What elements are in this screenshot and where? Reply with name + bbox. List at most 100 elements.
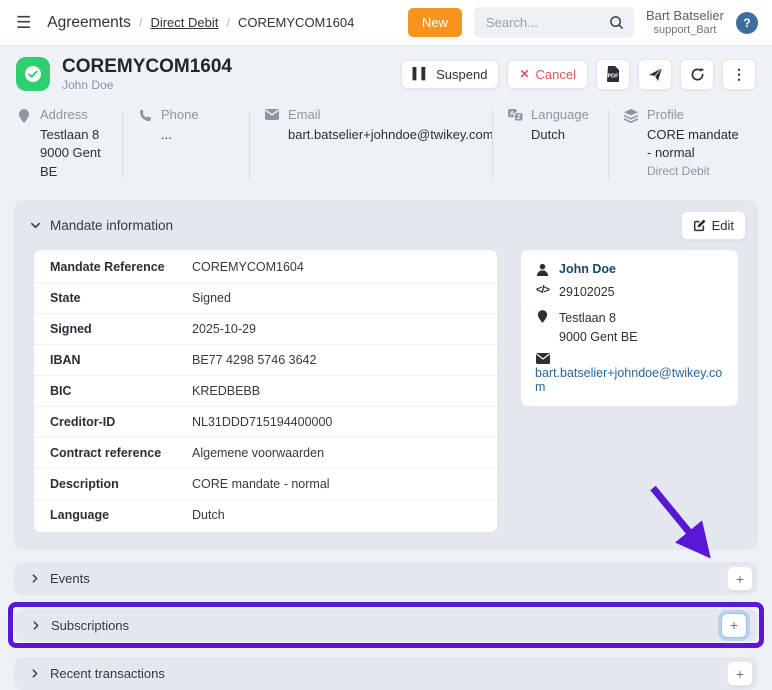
more-actions-button[interactable]: ⋮ xyxy=(722,59,756,90)
breadcrumb-agreements[interactable]: Agreements xyxy=(47,14,131,32)
edit-label: Edit xyxy=(712,218,734,233)
language-block: AZ Language Dutch xyxy=(507,107,608,183)
field-row: Description CORE mandate - normal xyxy=(34,469,497,500)
pdf-button[interactable]: PDF xyxy=(596,59,630,90)
address-line2: 9000 Gent BE xyxy=(40,144,108,182)
breadcrumb-separator: / xyxy=(139,15,143,30)
mandate-information-header[interactable]: Mandate information Edit xyxy=(14,200,758,250)
pdf-icon: PDF xyxy=(606,66,620,82)
address-block: Address Testlaan 8 9000 Gent BE xyxy=(16,107,122,183)
profile-sub: Direct Debit xyxy=(647,164,742,178)
email-label: Email xyxy=(288,107,494,122)
mandate-information-title: Mandate information xyxy=(50,218,173,233)
breadcrumb-direct-debit[interactable]: Direct Debit xyxy=(150,15,218,30)
mandate-information-panel: Mandate information Edit Mandate Referen… xyxy=(14,200,758,550)
suspend-label: Suspend xyxy=(436,67,487,82)
phone-block: Phone ... xyxy=(137,107,249,183)
field-label: Creditor-ID xyxy=(50,415,182,429)
email-value: bart.batselier+johndoe@twikey.com xyxy=(288,126,494,145)
search-box[interactable] xyxy=(474,7,634,38)
field-row: Mandate Reference COREMYCOM1604 xyxy=(34,252,497,283)
phone-icon xyxy=(137,107,153,183)
user-name: Bart Batselier xyxy=(646,8,724,24)
page-subtitle: John Doe xyxy=(62,79,232,93)
kebab-icon: ⋮ xyxy=(732,66,746,83)
highlight-annotation-box: Subscriptions + xyxy=(8,602,764,648)
field-label: Description xyxy=(50,477,182,491)
customer-address-line1: Testlaan 8 xyxy=(559,311,616,325)
user-role: support_Bart xyxy=(646,24,724,38)
field-value: 2025-10-29 xyxy=(192,322,481,336)
customer-card: John Doe </> 29102025 Testlaan 8 9000 Ge… xyxy=(521,250,738,406)
field-value: Signed xyxy=(192,291,481,305)
user-menu[interactable]: Bart Batselier support_Bart xyxy=(646,8,724,38)
cancel-button[interactable]: ✕ Cancel xyxy=(507,60,588,89)
customer-email-link[interactable]: bart.batselier+johndoe@twikey.com xyxy=(535,366,724,394)
field-value: Algemene voorwaarden xyxy=(192,446,481,460)
cancel-label: Cancel xyxy=(536,67,576,82)
suspend-button[interactable]: ▌▌ Suspend xyxy=(401,60,500,89)
pause-icon: ▌▌ xyxy=(413,68,431,80)
field-row: BIC KREDBEBB xyxy=(34,376,497,407)
profile-label: Profile xyxy=(647,107,742,122)
subscriptions-title: Subscriptions xyxy=(51,618,129,633)
envelope-icon xyxy=(264,107,280,183)
chevron-right-icon xyxy=(31,620,41,631)
location-pin-icon xyxy=(16,107,32,183)
field-label: BIC xyxy=(50,384,182,398)
field-value: Dutch xyxy=(192,508,481,522)
field-label: Signed xyxy=(50,322,182,336)
profile-value: CORE mandate - normal xyxy=(647,126,742,164)
customer-name-link[interactable]: John Doe xyxy=(559,262,616,276)
edit-button[interactable]: Edit xyxy=(681,211,746,240)
search-input[interactable] xyxy=(486,15,609,30)
field-value: COREMYCOM1604 xyxy=(192,260,481,274)
recent-transactions-section[interactable]: Recent transactions + xyxy=(14,657,758,690)
field-row: IBAN BE77 4298 5746 3642 xyxy=(34,345,497,376)
divider xyxy=(492,109,493,181)
breadcrumb-current: COREMYCOM1604 xyxy=(238,15,354,30)
edit-pencil-icon xyxy=(693,219,706,232)
search-icon[interactable] xyxy=(609,15,624,30)
svg-text:PDF: PDF xyxy=(608,74,620,80)
field-value: BE77 4298 5746 3642 xyxy=(192,353,481,367)
signed-status-icon xyxy=(16,57,50,91)
mandate-fields-card: Mandate ReferenceCOREMYCOM1604 StateSign… xyxy=(34,250,497,532)
field-value: KREDBEBB xyxy=(192,384,481,398)
email-block: Email bart.batselier+johndoe@twikey.com xyxy=(264,107,492,183)
code-icon: </> xyxy=(535,283,550,296)
events-section[interactable]: Events + xyxy=(14,562,758,595)
field-label: Mandate Reference xyxy=(50,260,182,274)
contact-info-strip: Address Testlaan 8 9000 Gent BE Phone ..… xyxy=(0,101,772,197)
field-value: NL31DDD715194400000 xyxy=(192,415,481,429)
add-transaction-button[interactable]: + xyxy=(727,661,753,686)
customer-code: 29102025 xyxy=(559,283,615,302)
chevron-right-icon xyxy=(30,573,40,584)
field-row: Signed 2025-10-29 xyxy=(34,314,497,345)
x-icon: ✕ xyxy=(519,67,529,81)
field-label: IBAN xyxy=(50,353,182,367)
send-button[interactable] xyxy=(638,59,672,90)
profile-block: Profile CORE mandate - normal Direct Deb… xyxy=(623,107,756,183)
divider xyxy=(122,109,123,181)
add-subscription-button[interactable]: + xyxy=(721,613,747,638)
refresh-button[interactable] xyxy=(680,59,714,90)
add-event-button[interactable]: + xyxy=(727,566,753,591)
field-row: LanguageDutch xyxy=(34,500,497,530)
language-label: Language xyxy=(531,107,589,122)
field-row: Creditor-ID NL31DDD715194400000 xyxy=(34,407,497,438)
chevron-right-icon xyxy=(30,668,40,679)
paper-plane-icon xyxy=(648,67,663,82)
field-value: CORE mandate - normal xyxy=(192,477,481,491)
new-button[interactable]: New xyxy=(408,8,462,37)
layers-icon xyxy=(623,107,639,183)
customer-address-line2: 9000 Gent BE xyxy=(559,330,638,344)
menu-icon[interactable]: ☰ xyxy=(14,13,37,33)
envelope-icon xyxy=(535,350,550,364)
phone-value: ... xyxy=(161,126,199,145)
subscriptions-section[interactable]: Subscriptions + xyxy=(15,609,757,641)
translate-icon: AZ xyxy=(507,107,523,183)
page-header: COREMYCOM1604 John Doe ▌▌ Suspend ✕ Canc… xyxy=(0,46,772,101)
svg-text:Z: Z xyxy=(516,115,520,121)
help-icon[interactable]: ? xyxy=(736,12,758,34)
